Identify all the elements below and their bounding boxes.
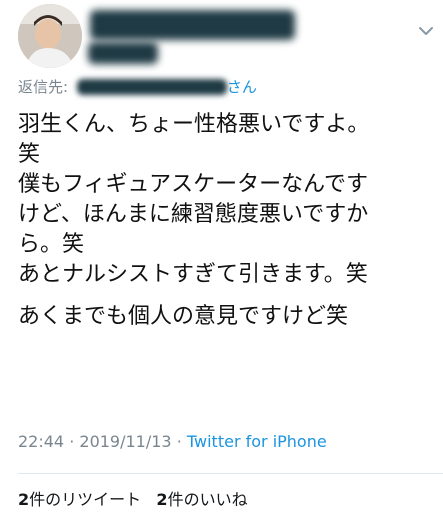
- reply-to-label: 返信先:: [18, 78, 69, 96]
- redacted-reply-handle: [76, 79, 227, 95]
- likes-stat[interactable]: 2件のいいね: [156, 490, 247, 509]
- avatar[interactable]: [18, 4, 82, 68]
- likes-count: 2: [156, 490, 168, 509]
- retweets-stat[interactable]: 2件のリツイート: [18, 490, 141, 509]
- avatar-photo: [18, 4, 82, 68]
- tweet-line: 羽生くん、ちょー性格悪いですよ。: [18, 112, 370, 137]
- tweet-meta: 22:44 · 2019/11/13 · Twitter for iPhone: [18, 432, 327, 451]
- tweet-line: あとナルシストすぎて引きます。笑: [18, 262, 368, 287]
- tweet-line: ら。笑: [18, 232, 85, 257]
- reply-to: 返信先: さん: [18, 76, 257, 97]
- tweet-line: 笑: [18, 142, 41, 167]
- divider: [18, 473, 443, 474]
- redacted-display-name: [90, 10, 295, 40]
- tweet-text: 羽生くん、ちょー性格悪いですよ。 笑 僕もフィギュアスケーターなんです けど、ほ…: [18, 110, 436, 332]
- tweet-line: あくまでも個人の意見ですけど笑: [18, 304, 349, 329]
- meta-separator: ·: [69, 432, 75, 451]
- tweet-source-link[interactable]: Twitter for iPhone: [187, 432, 327, 451]
- chevron-down-icon[interactable]: [417, 22, 435, 40]
- tweet-line: 僕もフィギュアスケーターなんです: [18, 172, 369, 197]
- tweet-stats: 2件のリツイート 2件のいいね: [18, 486, 248, 510]
- retweets-label: 件のリツイート: [29, 490, 142, 509]
- likes-label: 件のいいね: [167, 490, 248, 509]
- redacted-handle: [88, 42, 158, 64]
- tweet-time[interactable]: 22:44: [18, 432, 64, 451]
- tweet-date[interactable]: 2019/11/13: [79, 432, 171, 451]
- retweets-count: 2: [18, 490, 30, 509]
- tweet-line: けど、ほんまに練習態度悪いですか: [18, 202, 369, 227]
- meta-separator: ·: [176, 432, 182, 451]
- reply-to-handle[interactable]: さん: [73, 78, 257, 96]
